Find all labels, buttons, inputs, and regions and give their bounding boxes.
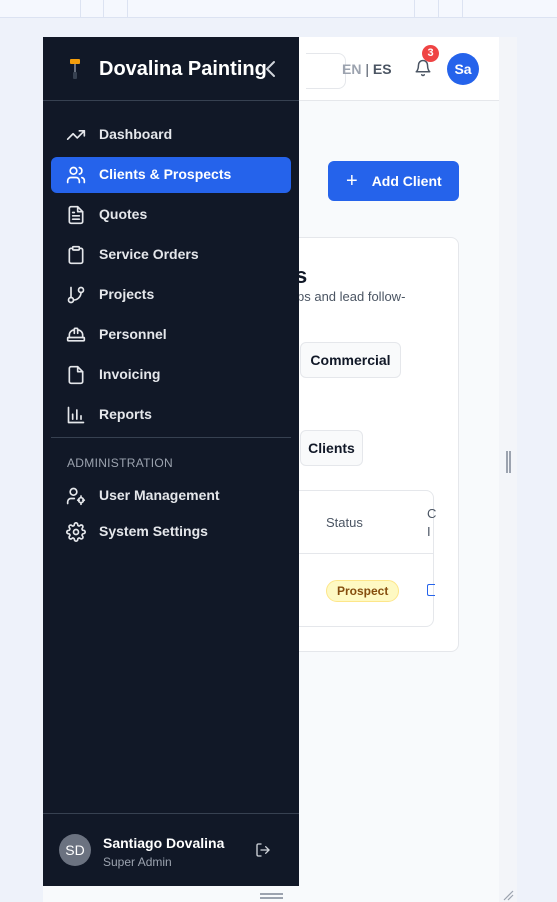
users-icon bbox=[66, 165, 86, 185]
col-contact-line2: I bbox=[427, 524, 431, 539]
sidebar-item-clients[interactable]: Clients & Prospects bbox=[51, 157, 291, 193]
notification-badge: 3 bbox=[422, 45, 439, 62]
add-client-button[interactable]: + Add Client bbox=[328, 161, 459, 201]
file-text-icon bbox=[66, 205, 86, 225]
git-branch-icon bbox=[66, 285, 86, 305]
sidebar: Dovalina Painting Dashboard Clients & Pr… bbox=[43, 37, 299, 886]
sidebar-item-label: Clients & Prospects bbox=[99, 166, 232, 182]
sidebar-footer: SD Santiago Dovalina Super Admin bbox=[43, 813, 299, 886]
avatar: SD bbox=[59, 834, 91, 866]
table-header: Status C I bbox=[281, 491, 436, 554]
add-client-label: Add Client bbox=[371, 173, 442, 189]
ruler-tick bbox=[80, 0, 81, 18]
col-contact-line1: C bbox=[427, 506, 437, 521]
user-name: Santiago Dovalina bbox=[103, 835, 225, 851]
user-cog-icon bbox=[66, 486, 86, 506]
sidebar-item-user-management[interactable]: User Management bbox=[51, 478, 291, 514]
sidebar-item-label: Projects bbox=[99, 286, 155, 302]
filter-commercial-button[interactable]: Commercial bbox=[300, 342, 401, 378]
sidebar-item-invoicing[interactable]: Invoicing bbox=[51, 357, 291, 393]
sidebar-item-label: Personnel bbox=[99, 326, 167, 342]
logout-icon[interactable] bbox=[255, 842, 271, 858]
user-role: Super Admin bbox=[103, 855, 172, 869]
lang-en[interactable]: EN bbox=[342, 61, 361, 77]
chevron-left-icon[interactable] bbox=[263, 59, 279, 79]
clients-table: Status C I Prospect bbox=[280, 490, 436, 627]
mail-icon[interactable] bbox=[427, 584, 435, 596]
tab-clients[interactable]: Clients bbox=[300, 430, 363, 466]
status-badge: Prospect bbox=[326, 580, 400, 602]
sidebar-header: Dovalina Painting bbox=[43, 37, 299, 101]
sidebar-item-projects[interactable]: Projects bbox=[51, 277, 291, 313]
user-avatar-button[interactable]: Sa bbox=[447, 53, 479, 85]
browser-ruler bbox=[0, 0, 557, 18]
trending-up-icon bbox=[66, 125, 86, 145]
sidebar-item-dashboard[interactable]: Dashboard bbox=[51, 117, 291, 153]
sidebar-item-system-settings[interactable]: System Settings bbox=[51, 514, 291, 550]
lang-es[interactable]: ES bbox=[373, 61, 392, 77]
sidebar-item-label: Dashboard bbox=[99, 126, 173, 142]
corner-resize-icon[interactable] bbox=[502, 889, 514, 901]
gear-icon bbox=[66, 522, 86, 542]
brand-logo-icon bbox=[67, 57, 83, 81]
sidebar-divider bbox=[51, 437, 291, 438]
lang-separator: | bbox=[365, 61, 369, 77]
sidebar-item-quotes[interactable]: Quotes bbox=[51, 197, 291, 233]
brand-name: Dovalina Painting bbox=[99, 58, 267, 80]
sidebar-item-service-orders[interactable]: Service Orders bbox=[51, 237, 291, 273]
card-subtitle: ps and lead follow- bbox=[297, 289, 406, 304]
ruler-tick bbox=[438, 0, 439, 18]
sidebar-item-personnel[interactable]: Personnel bbox=[51, 317, 291, 353]
col-status[interactable]: Status bbox=[326, 515, 363, 530]
bar-chart-icon bbox=[66, 405, 86, 425]
sidebar-item-label: Service Orders bbox=[99, 246, 199, 262]
file-icon bbox=[66, 365, 86, 385]
plus-icon: + bbox=[346, 170, 358, 192]
bottom-drag-grip[interactable] bbox=[260, 893, 283, 899]
sidebar-item-label: Quotes bbox=[99, 206, 148, 222]
ruler-tick bbox=[103, 0, 104, 18]
sidebar-item-label: User Management bbox=[99, 487, 220, 503]
section-label-administration: ADMINISTRATION bbox=[67, 456, 173, 470]
hard-hat-icon bbox=[66, 325, 86, 345]
search-box[interactable] bbox=[306, 53, 346, 89]
sidebar-item-label: Reports bbox=[99, 406, 152, 422]
panel-resize-handle[interactable] bbox=[506, 451, 511, 473]
sidebar-item-reports[interactable]: Reports bbox=[51, 397, 291, 433]
sidebar-item-label: Invoicing bbox=[99, 366, 161, 382]
language-switch[interactable]: EN | ES bbox=[342, 61, 392, 77]
sidebar-item-label: System Settings bbox=[99, 523, 208, 539]
clipboard-icon bbox=[66, 245, 86, 265]
ruler-tick bbox=[462, 0, 463, 18]
col-contact: C I bbox=[427, 505, 436, 541]
ruler-tick bbox=[414, 0, 415, 18]
ruler-tick bbox=[127, 0, 128, 18]
